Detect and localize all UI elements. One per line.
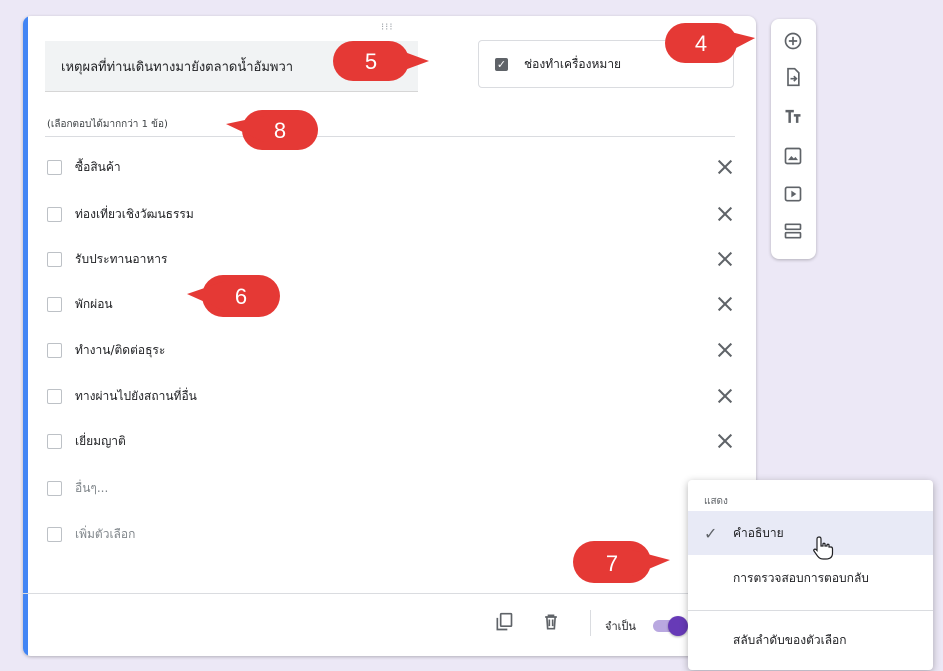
option-label[interactable]: พักผ่อน	[75, 295, 713, 314]
option-checkbox	[47, 206, 62, 222]
question-title-text: เหตุผลที่ท่านเดินทางมายังตลาดน้ำอัมพวา	[61, 60, 294, 75]
option-label[interactable]: ซื้อสินค้า	[75, 158, 713, 177]
option-checkbox	[47, 526, 62, 542]
menu-item-label: คำอธิบาย	[733, 525, 784, 540]
menu-header: แสดง	[704, 496, 728, 507]
callout-number: 4	[695, 31, 707, 56]
remove-option-icon[interactable]	[713, 202, 737, 226]
import-question-icon[interactable]	[783, 67, 803, 87]
option-row[interactable]: รับประทานอาหาร	[47, 244, 737, 274]
footer-separator	[590, 610, 591, 636]
option-checkbox	[47, 480, 62, 496]
menu-divider	[688, 610, 933, 611]
menu-item-shuffle-options[interactable]: สลับลำดับของตัวเลือก	[688, 618, 933, 662]
option-label[interactable]: ทางผ่านไปยังสถานที่อื่น	[75, 387, 713, 406]
question-type-label: ช่องทำเครื่องหมาย	[524, 56, 622, 71]
question-description[interactable]: (เลือกตอบได้มากกว่า 1 ข้อ)	[47, 117, 168, 132]
option-checkbox	[47, 342, 62, 358]
callout-badge-8: 8	[226, 110, 318, 150]
add-circle-icon[interactable]	[783, 31, 803, 51]
remove-option-icon[interactable]	[713, 338, 737, 362]
image-icon[interactable]	[783, 146, 803, 166]
option-row[interactable]: พักผ่อน	[47, 289, 737, 319]
option-checkbox	[47, 388, 62, 404]
required-toggle[interactable]	[668, 616, 688, 636]
drag-handle-icon[interactable]: ⁝⁝⁝	[381, 22, 394, 33]
required-label: จำเป็น	[605, 620, 636, 633]
callout-number: 7	[606, 551, 618, 576]
menu-item-label: สลับลำดับของตัวเลือก	[733, 632, 847, 647]
option-checkbox	[47, 433, 62, 449]
option-row[interactable]: ท่องเที่ยวเชิงวัฒนธรรม	[47, 199, 737, 229]
delete-icon[interactable]	[541, 612, 561, 632]
hand-cursor-icon	[813, 536, 834, 560]
callout-badge-6: 6	[187, 275, 280, 317]
option-label[interactable]: รับประทานอาหาร	[75, 250, 713, 269]
add-other-row[interactable]: อื่นๆ...	[47, 473, 737, 503]
callout-badge-7: 7	[573, 541, 670, 583]
remove-option-icon[interactable]	[713, 247, 737, 271]
check-icon: ✓	[704, 524, 718, 543]
video-icon[interactable]	[783, 184, 803, 204]
checkbox-type-icon: ✓	[495, 57, 508, 71]
remove-option-icon[interactable]	[713, 292, 737, 316]
option-checkbox	[47, 296, 62, 312]
remove-option-icon[interactable]	[713, 429, 737, 453]
remove-option-icon[interactable]	[713, 155, 737, 179]
callout-number: 6	[235, 284, 247, 309]
option-row[interactable]: ทำงาน/ติดต่อธุระ	[47, 335, 737, 365]
remove-option-icon[interactable]	[713, 384, 737, 408]
option-checkbox	[47, 251, 62, 267]
section-icon[interactable]	[783, 221, 803, 241]
duplicate-icon[interactable]	[494, 612, 514, 632]
option-checkbox	[47, 159, 62, 175]
callout-number: 8	[274, 118, 286, 143]
footer-divider	[23, 593, 756, 594]
option-label[interactable]: ท่องเที่ยวเชิงวัฒนธรรม	[75, 205, 713, 224]
callout-badge-5: 5	[333, 41, 429, 81]
description-divider	[45, 136, 735, 137]
callout-badge-4: 4	[665, 23, 755, 63]
add-other-label[interactable]: อื่นๆ...	[75, 479, 737, 498]
side-toolbar	[771, 19, 816, 259]
menu-item-response-validation[interactable]: การตรวจสอบการตอบกลับ	[688, 556, 933, 600]
menu-item-description[interactable]: ✓ คำอธิบาย	[688, 511, 933, 555]
more-options-menu: แสดง ✓ คำอธิบาย การตรวจสอบการตอบกลับ สลั…	[688, 480, 933, 670]
option-row[interactable]: ทางผ่านไปยังสถานที่อื่น	[47, 381, 737, 411]
menu-item-label: การตรวจสอบการตอบกลับ	[733, 570, 869, 585]
option-label[interactable]: เยี่ยมญาติ	[75, 432, 713, 451]
option-row[interactable]: ซื้อสินค้า	[47, 152, 737, 182]
option-label[interactable]: ทำงาน/ติดต่อธุระ	[75, 341, 713, 360]
active-accent-bar	[23, 16, 28, 656]
callout-number: 5	[365, 49, 377, 74]
option-row[interactable]: เยี่ยมญาติ	[47, 426, 737, 456]
title-text-icon[interactable]	[783, 107, 803, 127]
